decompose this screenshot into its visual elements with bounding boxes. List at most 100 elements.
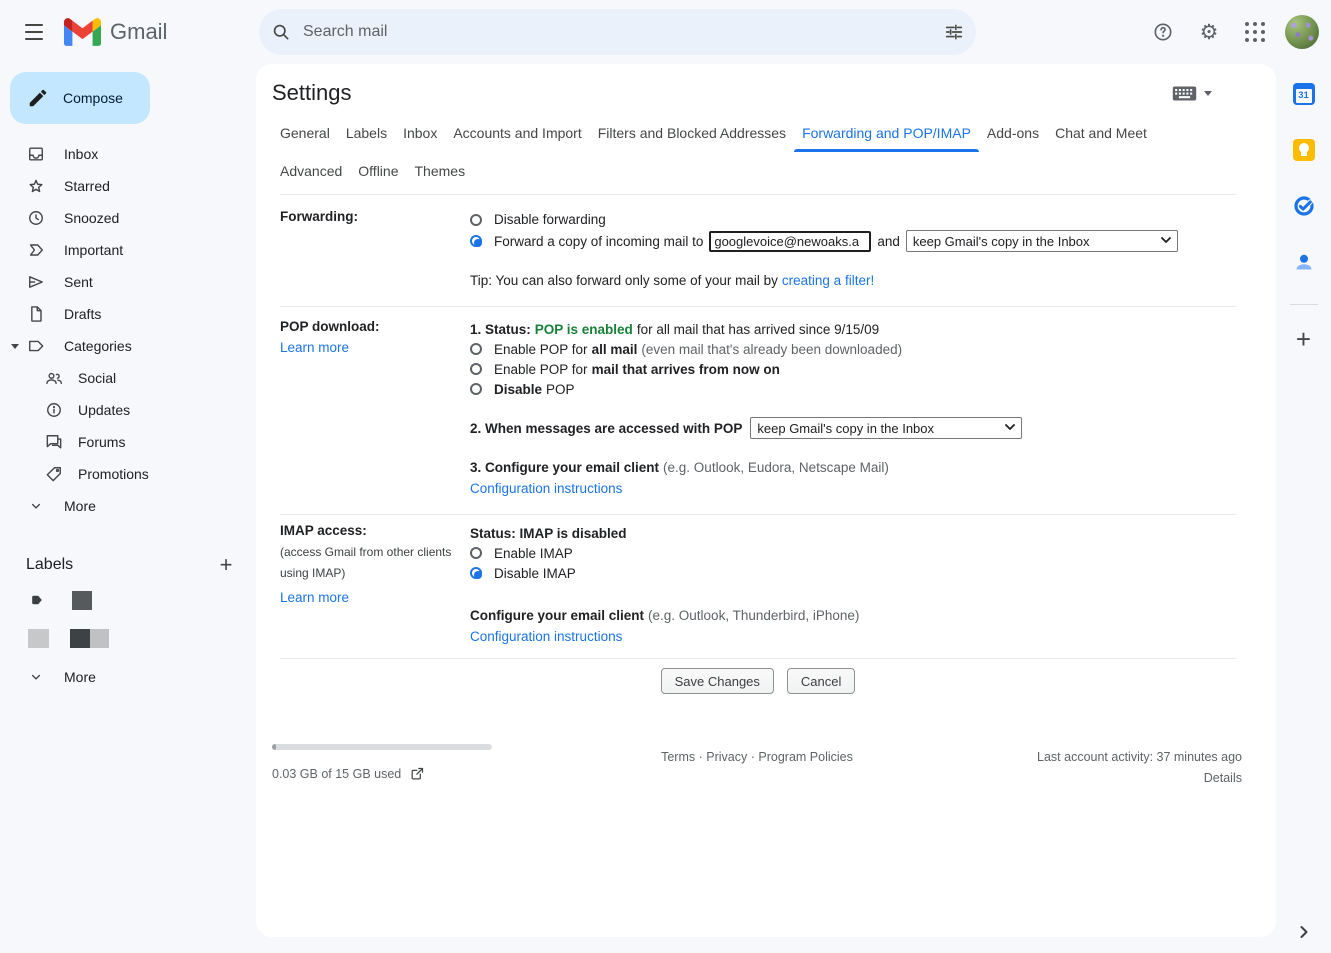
pop-learn-more-link[interactable]: Learn more	[280, 340, 349, 355]
info-icon	[44, 400, 64, 420]
disable-forwarding-radio[interactable]	[470, 214, 482, 226]
save-changes-button[interactable]: Save Changes	[661, 668, 774, 694]
sidebar-item-forums[interactable]: Forums	[0, 426, 256, 458]
imap-access-sublabel: (access Gmail from other clients using I…	[280, 542, 462, 584]
enable-imap-radio[interactable]	[470, 547, 482, 559]
inbox-icon	[26, 144, 46, 164]
tab-inbox[interactable]: Inbox	[395, 114, 445, 152]
get-add-ons-icon[interactable]: +	[1284, 319, 1324, 359]
creating-a-filter-link[interactable]: creating a filter!	[782, 273, 874, 288]
redacted-label-name	[90, 629, 109, 648]
pop-download-label: POP download:	[280, 319, 470, 334]
compose-button[interactable]: Compose	[10, 72, 150, 124]
sidebar-item-sent[interactable]: Sent	[0, 266, 256, 298]
pop-status-value: POP is enabled	[535, 322, 633, 337]
forwarding-section: Forwarding: Disable forwarding Forward a…	[280, 195, 1236, 307]
storage-meter	[272, 744, 492, 750]
tab-general[interactable]: General	[272, 114, 338, 152]
label-icon	[28, 591, 46, 609]
google-calendar-icon[interactable]: 31	[1284, 74, 1324, 114]
tab-filters-and-blocked-addresses[interactable]: Filters and Blocked Addresses	[590, 114, 794, 152]
settings-tabs-row-1: General Labels Inbox Accounts and Import…	[256, 114, 1276, 152]
categories-expander-icon[interactable]	[8, 344, 22, 349]
sidebar-item-updates[interactable]: Updates	[0, 394, 256, 426]
sidebar-item-promotions[interactable]: Promotions	[0, 458, 256, 490]
tab-add-ons[interactable]: Add-ons	[979, 114, 1047, 152]
labels-title: Labels	[26, 556, 73, 574]
google-apps-icon[interactable]	[1235, 12, 1275, 52]
rail-divider	[1290, 304, 1318, 305]
account-avatar[interactable]	[1285, 15, 1319, 49]
tab-advanced[interactable]: Advanced	[272, 152, 350, 190]
pop-option-all-mail: Enable POP for all mail (even mail that'…	[470, 339, 1236, 359]
input-tools-toggle[interactable]	[1172, 86, 1212, 101]
pop-option-disable: Disable POP	[470, 379, 1236, 399]
forwarding-label: Forwarding:	[280, 209, 470, 224]
storage-text: 0.03 GB of 15 GB used	[272, 767, 401, 781]
draft-file-icon	[26, 304, 46, 324]
imap-configuration-instructions-link[interactable]: Configuration instructions	[470, 629, 622, 644]
tab-chat-and-meet[interactable]: Chat and Meet	[1047, 114, 1155, 152]
sidebar-nav: Inbox Starred Snoozed	[0, 138, 256, 522]
privacy-link[interactable]: Privacy	[706, 750, 747, 764]
pop-configuration-instructions-link[interactable]: Configuration instructions	[470, 481, 622, 496]
help-icon[interactable]	[1143, 12, 1183, 52]
imap-status-line: Status: IMAP is disabled	[470, 523, 1236, 543]
sidebar-item-categories[interactable]: Categories	[0, 330, 256, 362]
people-icon	[44, 368, 64, 388]
label-item-redacted[interactable]	[28, 581, 256, 619]
program-policies-link[interactable]: Program Policies	[758, 750, 852, 764]
pop-disable-radio[interactable]	[470, 383, 482, 395]
main-menu-icon[interactable]	[10, 8, 58, 56]
caret-down-icon	[1204, 91, 1212, 96]
keyboard-icon	[1172, 86, 1197, 101]
search-input[interactable]	[303, 23, 932, 41]
imap-learn-more-link[interactable]: Learn more	[280, 590, 349, 605]
search-bar[interactable]	[259, 9, 976, 55]
sidebar-item-social[interactable]: Social	[0, 362, 256, 394]
settings-tabs-row-2: Advanced Offline Themes	[256, 152, 1276, 190]
clock-icon	[26, 208, 46, 228]
details-link[interactable]: Details	[942, 771, 1242, 785]
form-actions: Save Changes Cancel	[280, 659, 1236, 694]
cancel-button[interactable]: Cancel	[787, 668, 855, 694]
imap-option-enable: Enable IMAP	[470, 543, 1236, 563]
search-options-icon[interactable]	[932, 10, 976, 54]
redacted-label-name	[70, 629, 90, 648]
sidebar-item-important[interactable]: Important	[0, 234, 256, 266]
google-tasks-icon[interactable]	[1284, 186, 1324, 226]
google-contacts-icon[interactable]	[1284, 242, 1324, 282]
hide-side-panel-icon[interactable]	[1298, 925, 1310, 939]
sidebar-item-snoozed[interactable]: Snoozed	[0, 202, 256, 234]
tab-themes[interactable]: Themes	[407, 152, 474, 190]
open-in-new-icon[interactable]	[410, 766, 425, 781]
redacted-label-icon	[28, 629, 49, 648]
tab-offline[interactable]: Offline	[350, 152, 406, 190]
redacted-label-name	[72, 591, 92, 610]
google-keep-icon[interactable]	[1284, 130, 1324, 170]
pop-configure-line: 3. Configure your email client (e.g. Out…	[470, 457, 1236, 477]
sidebar-item-inbox[interactable]: Inbox	[0, 138, 256, 170]
pop-all-mail-radio[interactable]	[470, 343, 482, 355]
sidebar-item-more[interactable]: More	[0, 490, 256, 522]
create-label-icon[interactable]: +	[210, 549, 242, 581]
label-item-redacted[interactable]	[28, 619, 256, 657]
search-icon[interactable]	[259, 10, 303, 54]
tab-forwarding-and-pop-imap[interactable]: Forwarding and POP/IMAP	[794, 114, 979, 152]
forward-email-input[interactable]	[709, 231, 871, 252]
terms-link[interactable]: Terms	[661, 750, 695, 764]
imap-option-disable: Disable IMAP	[470, 563, 1236, 583]
forward-copy-radio[interactable]	[470, 235, 482, 247]
tab-labels[interactable]: Labels	[338, 114, 395, 152]
labels-more[interactable]: More	[0, 661, 256, 693]
forward-action-select[interactable]: keep Gmail's copy in the Inbox	[906, 230, 1178, 252]
tab-accounts-and-import[interactable]: Accounts and Import	[445, 114, 589, 152]
sidebar-item-drafts[interactable]: Drafts	[0, 298, 256, 330]
disable-imap-radio[interactable]	[470, 567, 482, 579]
pop-from-now-on-radio[interactable]	[470, 363, 482, 375]
disable-forwarding-option: Disable forwarding	[470, 209, 1236, 230]
settings-gear-icon[interactable]: ⚙	[1189, 12, 1229, 52]
pop-status-line: 1. Status: POP is enabled for all mail t…	[470, 319, 1236, 339]
sidebar-item-starred[interactable]: Starred	[0, 170, 256, 202]
pop-action-select[interactable]: keep Gmail's copy in the Inbox	[750, 417, 1022, 439]
